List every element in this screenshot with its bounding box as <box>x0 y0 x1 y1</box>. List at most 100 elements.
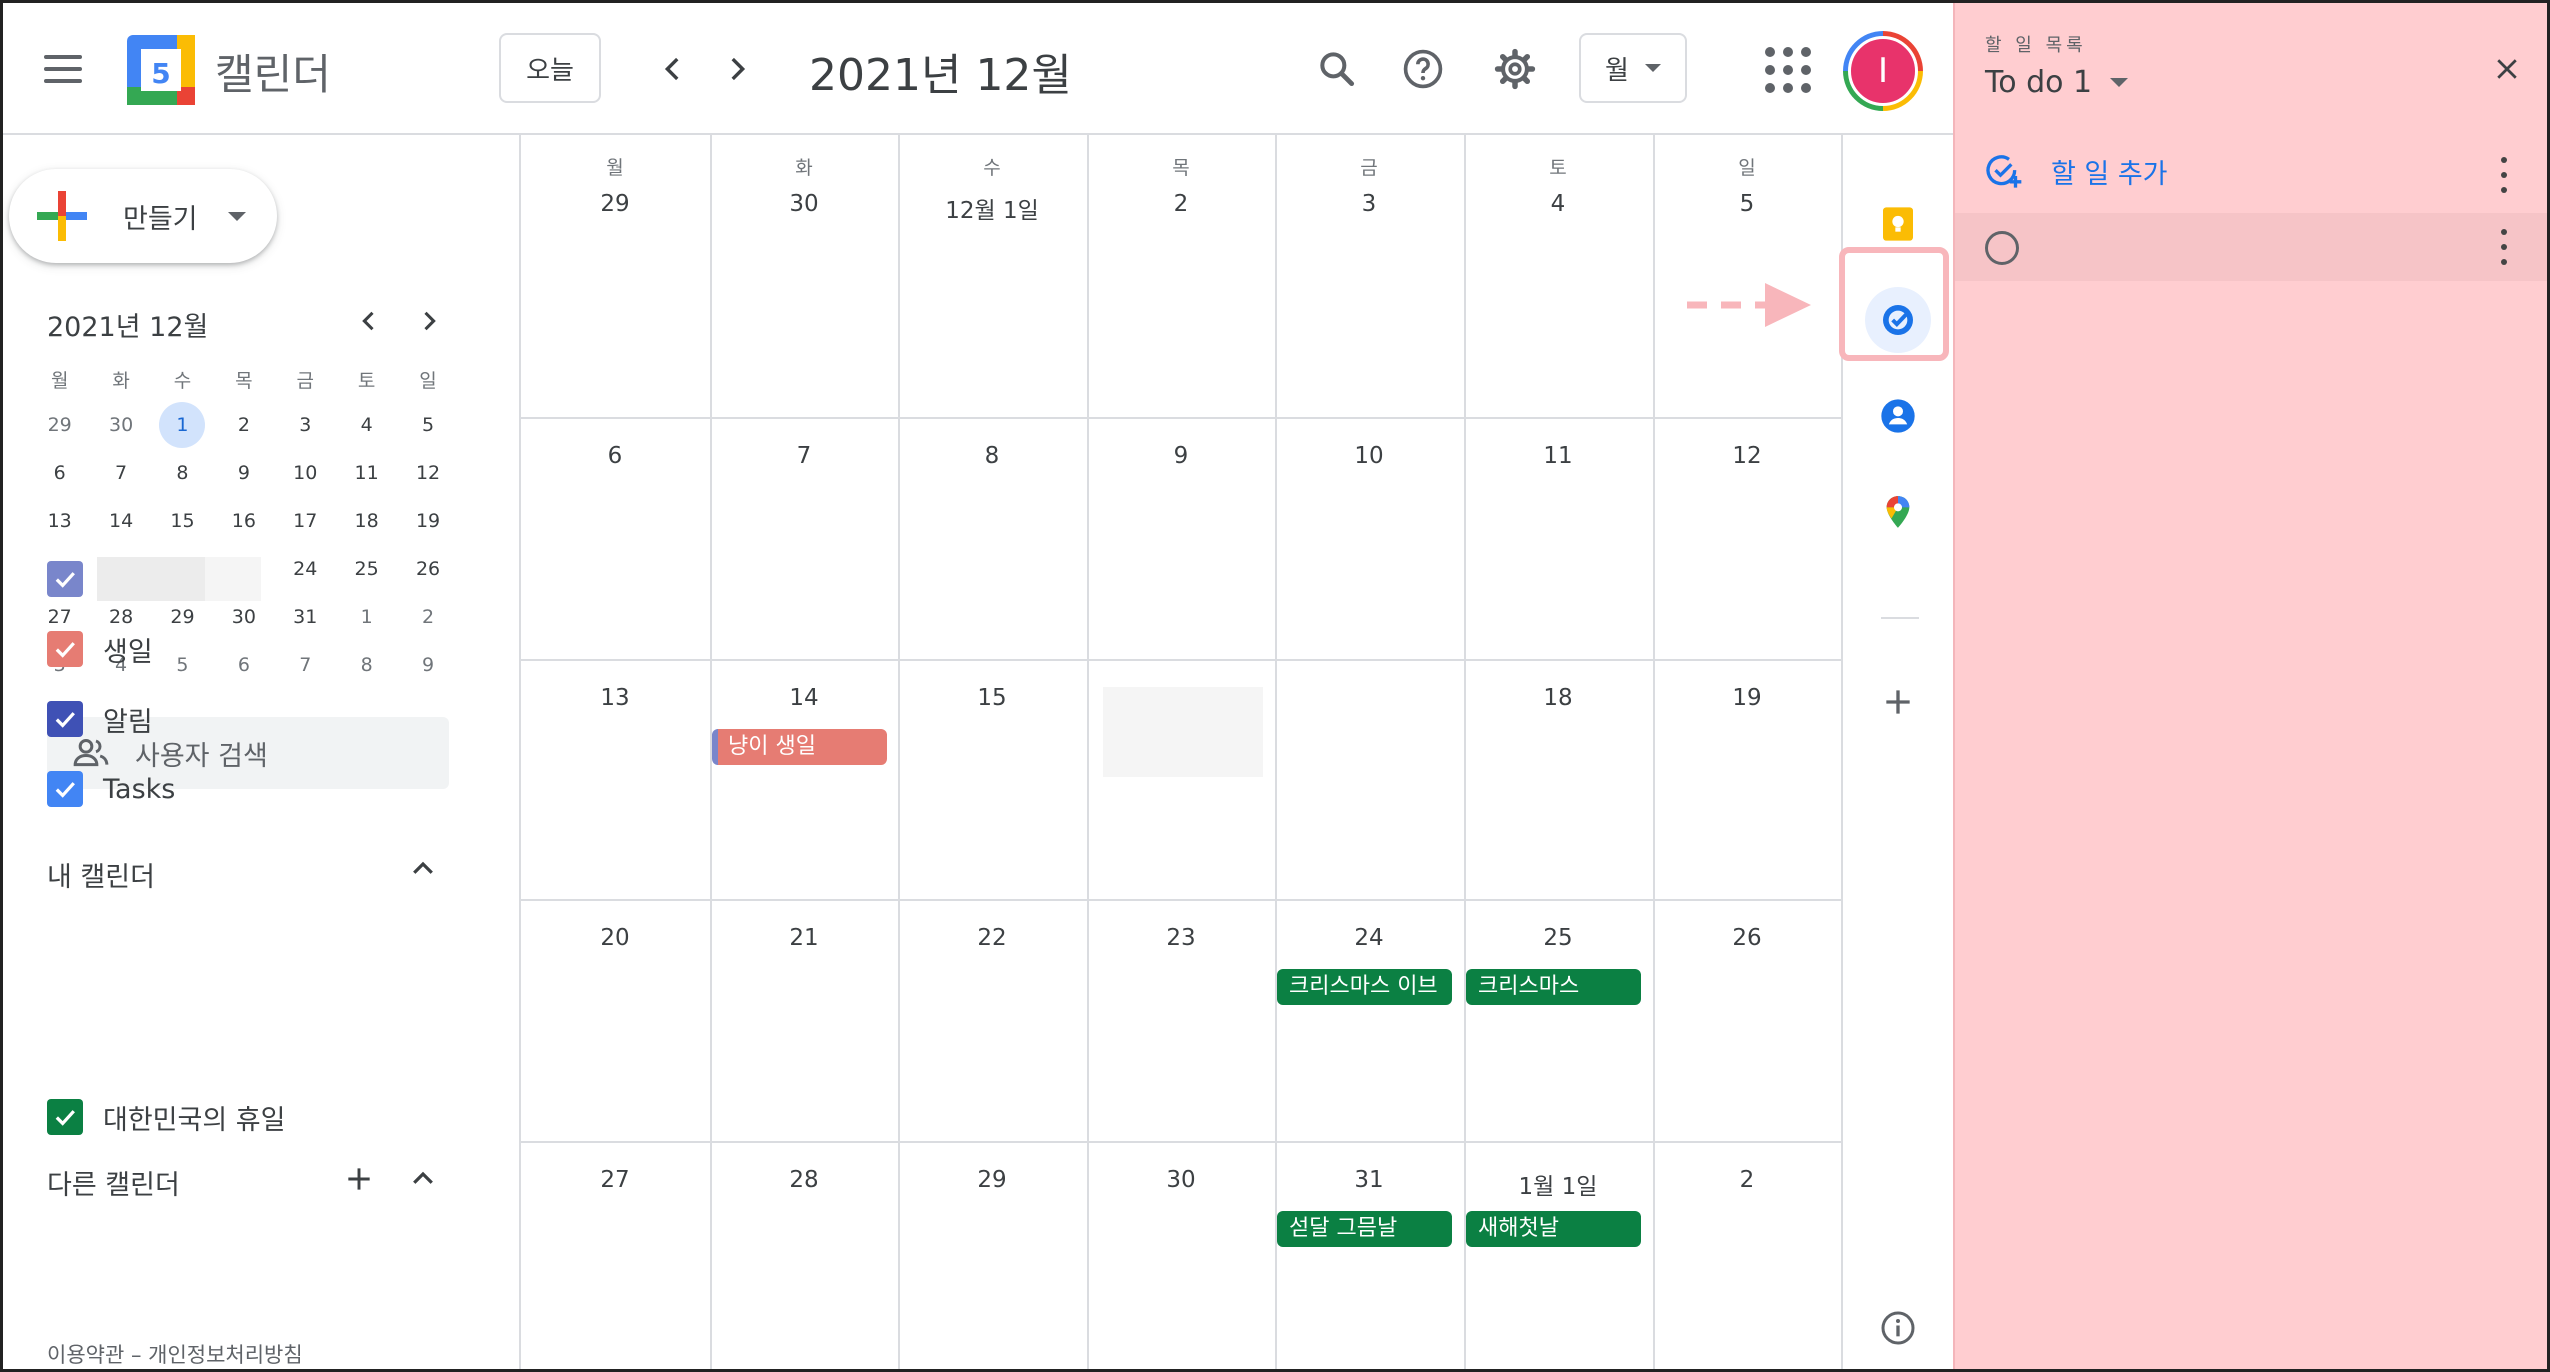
mini-day[interactable]: 30 <box>90 401 151 449</box>
other-calendars-collapse-button[interactable] <box>403 1159 443 1199</box>
day-number[interactable]: 26 <box>1653 925 1841 951</box>
my-calendar-item[interactable]: Tasks <box>47 769 175 809</box>
day-number[interactable]: 19 <box>1653 685 1841 711</box>
day-number[interactable]: 30 <box>1087 1167 1275 1193</box>
add-task-button[interactable]: 할 일 추가 <box>1983 151 2168 191</box>
mini-day[interactable]: 17 <box>275 497 336 545</box>
event-chip[interactable]: 섣달 그믐날 <box>1277 1211 1452 1247</box>
day-number[interactable]: 12월 1일 <box>898 191 1086 225</box>
mini-day[interactable]: 25 <box>336 545 397 593</box>
info-button[interactable] <box>1865 1295 1931 1361</box>
main-menu-icon[interactable] <box>33 39 93 99</box>
day-number[interactable]: 21 <box>710 925 898 951</box>
mini-next-button[interactable] <box>409 301 449 341</box>
mini-day[interactable]: 8 <box>336 641 397 689</box>
calendar-checkbox[interactable] <box>47 631 83 667</box>
other-calendar-item[interactable]: 대한민국의 휴일 <box>47 1097 285 1137</box>
day-number[interactable]: 29 <box>898 1167 1086 1193</box>
my-calendar-item[interactable]: 알림 <box>47 699 153 739</box>
day-number[interactable]: 22 <box>898 925 1086 951</box>
maps-button[interactable] <box>1865 479 1931 545</box>
mini-day[interactable]: 5 <box>397 401 458 449</box>
day-number[interactable]: 6 <box>521 443 709 469</box>
day-cell[interactable] <box>1087 135 1276 417</box>
close-tasks-button[interactable] <box>2487 49 2527 89</box>
day-cell[interactable] <box>1275 659 1464 899</box>
mini-day[interactable]: 7 <box>275 641 336 689</box>
event-chip[interactable]: 냥이 생일 <box>712 729 887 765</box>
my-calendar-item[interactable] <box>47 557 261 601</box>
mini-day[interactable]: 6 <box>29 449 90 497</box>
event-chip[interactable]: 새해첫날 <box>1466 1211 1641 1247</box>
calendar-checkbox[interactable] <box>47 1099 83 1135</box>
day-cell[interactable] <box>521 135 710 417</box>
calendar-checkbox[interactable] <box>47 561 83 597</box>
day-number[interactable]: 14 <box>710 685 898 711</box>
mini-day[interactable]: 1 <box>336 593 397 641</box>
mini-prev-button[interactable] <box>349 301 389 341</box>
next-period-button[interactable] <box>707 39 767 99</box>
mini-day[interactable]: 11 <box>336 449 397 497</box>
calendar-checkbox[interactable] <box>47 771 83 807</box>
day-number[interactable]: 5 <box>1653 191 1841 217</box>
day-number[interactable]: 28 <box>710 1167 898 1193</box>
mini-day[interactable]: 14 <box>90 497 151 545</box>
day-number[interactable]: 12 <box>1653 443 1841 469</box>
day-number[interactable]: 11 <box>1464 443 1652 469</box>
mini-day[interactable]: 9 <box>397 641 458 689</box>
my-calendars-collapse-button[interactable] <box>403 849 443 889</box>
add-other-calendar-button[interactable] <box>339 1159 379 1199</box>
day-number[interactable]: 20 <box>521 925 709 951</box>
task-options-kebab-icon[interactable] <box>2499 229 2509 265</box>
mini-day[interactable]: 9 <box>213 449 274 497</box>
day-number[interactable]: 2 <box>1653 1167 1841 1193</box>
event-chip[interactable]: 크리스마스 <box>1466 969 1641 1005</box>
my-calendar-item[interactable]: 생일 <box>47 629 153 669</box>
task-complete-circle[interactable] <box>1985 231 2019 265</box>
day-cell[interactable] <box>898 135 1087 417</box>
day-number[interactable]: 13 <box>521 685 709 711</box>
event-chip[interactable]: 크리스마스 이브 <box>1277 969 1452 1005</box>
mini-day[interactable]: 12 <box>397 449 458 497</box>
day-number[interactable]: 30 <box>710 191 898 217</box>
day-number[interactable]: 3 <box>1275 191 1463 217</box>
mini-day[interactable]: 1 <box>152 401 213 449</box>
calendar-checkbox[interactable] <box>47 701 83 737</box>
day-number[interactable]: 23 <box>1087 925 1275 951</box>
mini-day[interactable]: 29 <box>29 401 90 449</box>
mini-day[interactable]: 2 <box>397 593 458 641</box>
mini-day[interactable]: 8 <box>152 449 213 497</box>
day-number[interactable]: 1월 1일 <box>1464 1167 1652 1201</box>
account-avatar[interactable]: I <box>1843 31 1923 111</box>
view-switcher[interactable]: 월 <box>1579 33 1687 103</box>
day-number[interactable]: 31 <box>1275 1167 1463 1193</box>
day-cell[interactable] <box>1464 135 1653 417</box>
day-number[interactable]: 2 <box>1087 191 1275 217</box>
day-number[interactable]: 27 <box>521 1167 709 1193</box>
search-button[interactable] <box>1307 39 1367 99</box>
mini-day[interactable]: 5 <box>152 641 213 689</box>
day-number[interactable]: 25 <box>1464 925 1652 951</box>
mini-day[interactable]: 31 <box>275 593 336 641</box>
mini-day[interactable]: 7 <box>90 449 151 497</box>
mini-day[interactable]: 15 <box>152 497 213 545</box>
today-button[interactable]: 오늘 <box>499 33 601 103</box>
mini-day[interactable]: 6 <box>213 641 274 689</box>
day-number[interactable]: 18 <box>1464 685 1652 711</box>
day-number[interactable]: 8 <box>898 443 1086 469</box>
mini-day[interactable]: 4 <box>336 401 397 449</box>
day-cell[interactable] <box>1275 135 1464 417</box>
task-row[interactable] <box>1955 213 2547 281</box>
terms-privacy-links[interactable]: 이용약관 – 개인정보처리방침 <box>47 1339 303 1369</box>
apps-grid-icon[interactable] <box>1765 47 1811 93</box>
day-cell[interactable] <box>710 135 899 417</box>
mini-day[interactable]: 13 <box>29 497 90 545</box>
get-addons-button[interactable] <box>1865 669 1931 735</box>
mini-day[interactable]: 18 <box>336 497 397 545</box>
day-number[interactable]: 9 <box>1087 443 1275 469</box>
mini-day[interactable]: 10 <box>275 449 336 497</box>
day-number[interactable]: 24 <box>1275 925 1463 951</box>
day-number[interactable]: 10 <box>1275 443 1463 469</box>
mini-day[interactable]: 3 <box>275 401 336 449</box>
task-list-selector[interactable]: To do 1 <box>1985 65 2129 100</box>
